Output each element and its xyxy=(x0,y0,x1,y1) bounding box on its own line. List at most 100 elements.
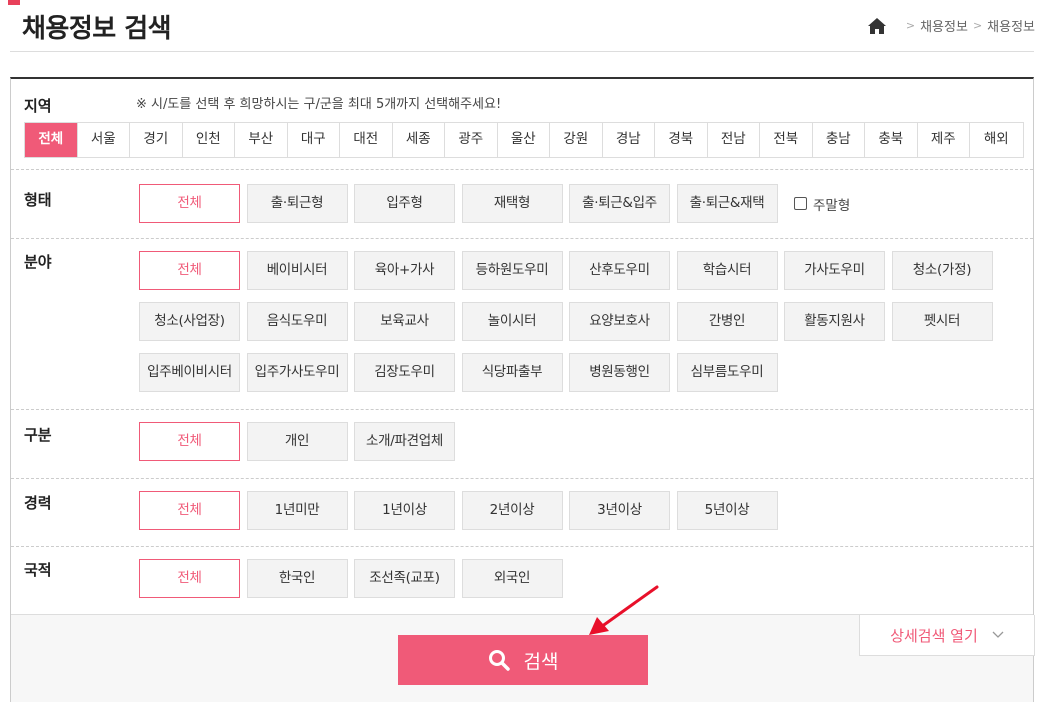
breadcrumb-separator: > xyxy=(972,19,983,32)
action-bar: 검색 상세검색 열기 xyxy=(11,615,1035,702)
region-tab[interactable]: 제주 xyxy=(917,123,970,157)
region-tab[interactable]: 광주 xyxy=(445,123,498,157)
type-options: 전체 출·퇴근형 입주형 재택형 출·퇴근&입주 출·퇴근&재택 주말형 xyxy=(139,184,1009,235)
region-tab[interactable]: 대전 xyxy=(340,123,393,157)
category-label: 구분 xyxy=(24,426,52,444)
career-option[interactable]: 2년이상 xyxy=(461,491,563,530)
field-label: 분야 xyxy=(24,253,52,271)
region-tab[interactable]: 부산 xyxy=(235,123,288,157)
breadcrumb-item-2[interactable]: 채용정보 xyxy=(987,16,1035,35)
checkbox-icon[interactable] xyxy=(794,197,807,210)
career-option[interactable]: 3년이상 xyxy=(569,491,670,530)
field-option[interactable]: 활동지원사 xyxy=(784,302,885,341)
type-option[interactable]: 전체 xyxy=(139,184,240,223)
corner-accent xyxy=(8,0,20,5)
nationality-option[interactable]: 전체 xyxy=(139,559,240,598)
field-options: 전체 베이비시터 육아+가사 등하원도우미 산후도우미 학습시터 가사도우미 청소(가정) 청소… xyxy=(139,251,1009,404)
region-tab[interactable]: 대구 xyxy=(287,123,340,157)
field-option[interactable]: 청소(사업장) xyxy=(139,302,240,341)
career-option[interactable]: 1년미만 xyxy=(246,491,348,530)
career-label: 경력 xyxy=(24,494,52,512)
region-tab[interactable]: 전남 xyxy=(707,123,760,157)
field-option[interactable]: 산후도우미 xyxy=(569,251,670,290)
category-options: 전체 개인 소개/파견업체 xyxy=(139,422,1009,473)
field-option[interactable]: 놀이시터 xyxy=(461,302,563,341)
region-tabs: 전체 서울 경기 인천 부산 대구 대전 세종 광주 울산 강원 경남 경북 전남 전북 충남 충북 제주 해외 xyxy=(24,122,1024,158)
field-option[interactable]: 입주가사도우미 xyxy=(246,353,348,392)
nationality-label: 국적 xyxy=(24,561,52,579)
field-option[interactable]: 요양보호사 xyxy=(569,302,670,341)
region-tab[interactable]: 세종 xyxy=(392,123,445,157)
field-option[interactable]: 전체 xyxy=(139,251,240,290)
chevron-down-icon xyxy=(992,631,1004,638)
field-option[interactable]: 베이비시터 xyxy=(246,251,348,290)
region-tab[interactable]: 경남 xyxy=(602,123,655,157)
type-label: 형태 xyxy=(24,191,52,209)
region-tab[interactable]: 전북 xyxy=(760,123,813,157)
field-option[interactable]: 가사도우미 xyxy=(784,251,885,290)
nationality-option[interactable]: 조선족(교포) xyxy=(354,559,455,598)
search-icon xyxy=(488,650,510,671)
category-option[interactable]: 소개/파견업체 xyxy=(354,422,455,461)
region-tab[interactable]: 강원 xyxy=(550,123,603,157)
field-option[interactable]: 등하원도우미 xyxy=(461,251,563,290)
field-option[interactable]: 간병인 xyxy=(676,302,778,341)
region-note: ※ 시/도를 선택 후 희망하시는 구/군을 최대 5개까지 선택해주세요! xyxy=(136,97,502,112)
search-panel: 지역 ※ 시/도를 선택 후 희망하시는 구/군을 최대 5개까지 선택해주세요… xyxy=(10,77,1035,702)
category-section: 구분 전체 개인 소개/파견업체 xyxy=(11,410,1033,479)
page-title: 채용정보 검색 xyxy=(22,14,172,44)
type-section: 형태 전체 출·퇴근형 입주형 재택형 출·퇴근&입주 출·퇴근&재택 주말형 xyxy=(11,170,1033,239)
search-button[interactable]: 검색 xyxy=(398,635,648,685)
weekend-checkbox[interactable]: 주말형 xyxy=(794,184,850,223)
nationality-option[interactable]: 한국인 xyxy=(246,559,348,598)
region-tab[interactable]: 충북 xyxy=(865,123,918,157)
home-icon[interactable] xyxy=(867,17,887,35)
title-divider xyxy=(10,51,1034,52)
region-tab[interactable]: 인천 xyxy=(182,123,235,157)
field-option[interactable]: 펫시터 xyxy=(891,302,993,341)
breadcrumb: > 채용정보 > 채용정보 xyxy=(867,16,1035,35)
field-option[interactable]: 육아+가사 xyxy=(354,251,455,290)
region-tab[interactable]: 해외 xyxy=(970,123,1023,157)
region-tab[interactable]: 경북 xyxy=(655,123,708,157)
nationality-option[interactable]: 외국인 xyxy=(461,559,563,598)
search-button-label: 검색 xyxy=(523,650,559,673)
career-options: 전체 1년미만 1년이상 2년이상 3년이상 5년이상 xyxy=(139,491,1009,542)
career-option[interactable]: 1년이상 xyxy=(354,491,455,530)
category-option[interactable]: 개인 xyxy=(246,422,348,461)
field-option[interactable]: 음식도우미 xyxy=(246,302,348,341)
field-section: 분야 전체 베이비시터 육아+가사 등하원도우미 산후도우미 학습시터 가사도우미 청소(가정… xyxy=(11,239,1033,410)
field-option[interactable]: 학습시터 xyxy=(676,251,778,290)
region-tab[interactable]: 전체 xyxy=(25,123,78,157)
region-section: 지역 ※ 시/도를 선택 후 희망하시는 구/군을 최대 5개까지 선택해주세요… xyxy=(11,79,1033,170)
career-option[interactable]: 5년이상 xyxy=(676,491,778,530)
region-label: 지역 xyxy=(24,97,52,115)
field-option[interactable]: 입주베이비시터 xyxy=(139,353,240,392)
weekend-checkbox-label: 주말형 xyxy=(813,197,851,214)
region-tab[interactable]: 울산 xyxy=(497,123,550,157)
annotation-arrow-icon xyxy=(589,585,659,635)
nationality-section: 국적 전체 한국인 조선족(교포) 외국인 xyxy=(11,547,1033,615)
type-option[interactable]: 재택형 xyxy=(461,184,563,223)
region-tab[interactable]: 충남 xyxy=(812,123,865,157)
career-option[interactable]: 전체 xyxy=(139,491,240,530)
type-option[interactable]: 출·퇴근&재택 xyxy=(676,184,778,223)
field-option[interactable]: 보육교사 xyxy=(354,302,455,341)
nationality-options: 전체 한국인 조선족(교포) 외국인 xyxy=(139,559,1009,610)
region-tab[interactable]: 서울 xyxy=(77,123,130,157)
field-option[interactable]: 심부름도우미 xyxy=(676,353,778,392)
breadcrumb-item-1[interactable]: 채용정보 xyxy=(920,16,968,35)
field-option[interactable]: 식당파출부 xyxy=(461,353,563,392)
detail-search-label: 상세검색 열기 xyxy=(890,626,978,645)
field-option[interactable]: 청소(가정) xyxy=(891,251,993,290)
career-section: 경력 전체 1년미만 1년이상 2년이상 3년이상 5년이상 xyxy=(11,479,1033,547)
type-option[interactable]: 출·퇴근형 xyxy=(246,184,348,223)
breadcrumb-separator: > xyxy=(905,19,916,32)
field-option[interactable]: 병원동행인 xyxy=(569,353,670,392)
field-option[interactable]: 김장도우미 xyxy=(354,353,455,392)
type-option[interactable]: 출·퇴근&입주 xyxy=(569,184,670,223)
type-option[interactable]: 입주형 xyxy=(354,184,455,223)
category-option[interactable]: 전체 xyxy=(139,422,240,461)
region-tab[interactable]: 경기 xyxy=(130,123,183,157)
detail-search-toggle[interactable]: 상세검색 열기 xyxy=(859,615,1035,656)
